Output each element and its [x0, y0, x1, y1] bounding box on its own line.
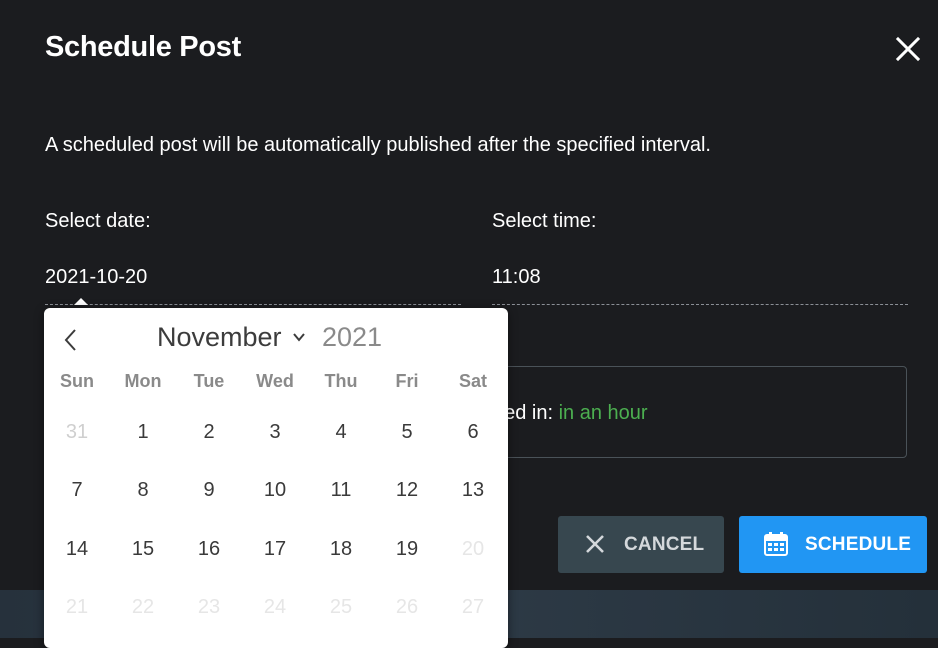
- chevron-down-icon[interactable]: [292, 330, 306, 344]
- calendar-day[interactable]: 10: [242, 461, 308, 519]
- month-select[interactable]: November: [157, 322, 282, 353]
- date-value: 2021-10-20: [45, 266, 148, 288]
- weekday-label: Tue: [193, 371, 225, 391]
- calendar-day: 20: [461, 538, 485, 560]
- calendar-day: 24: [263, 596, 287, 618]
- calendar-day[interactable]: 7: [44, 461, 110, 519]
- prev-month-button[interactable]: [60, 326, 82, 354]
- calendar-day[interactable]: 5: [374, 403, 440, 461]
- publish-info-text: hed in: in an hour: [493, 402, 648, 425]
- weekday-label: Mon: [124, 371, 162, 391]
- schedule-button[interactable]: SCHEDULE: [739, 516, 927, 573]
- calendar-day[interactable]: 4: [308, 403, 374, 461]
- calendar-day: 31: [65, 421, 89, 443]
- weekday-label: Fri: [395, 371, 419, 391]
- calendar-day: 21: [65, 596, 89, 618]
- calendar-day[interactable]: 14: [44, 520, 110, 578]
- calendar-day[interactable]: 6: [440, 403, 506, 461]
- calendar-day[interactable]: 15: [110, 520, 176, 578]
- calendar-day[interactable]: 11: [308, 461, 374, 519]
- chevron-left-icon: [64, 329, 76, 351]
- calendar-day[interactable]: 16: [176, 520, 242, 578]
- dialog-description: A scheduled post will be automatically p…: [45, 134, 711, 156]
- calendar-day[interactable]: 9: [176, 461, 242, 519]
- calendar-day: 23: [197, 596, 221, 618]
- date-picker-popup: November 2021 Sun Mon Tue Wed Thu Fri Sa…: [44, 308, 508, 648]
- calendar-day[interactable]: 18: [308, 520, 374, 578]
- calendar-day: 27: [461, 596, 485, 618]
- calendar-day[interactable]: 1: [110, 403, 176, 461]
- cancel-button[interactable]: CANCEL: [558, 516, 724, 573]
- calendar-day: 25: [329, 596, 353, 618]
- calendar-day[interactable]: 19: [374, 520, 440, 578]
- time-label: Select time:: [492, 210, 597, 232]
- publish-info-value: in an hour: [558, 402, 648, 424]
- close-button[interactable]: [893, 34, 923, 64]
- calendar-day: 26: [395, 596, 419, 618]
- time-value: 11:08: [492, 266, 541, 288]
- time-field[interactable]: 11:08: [492, 262, 908, 305]
- year-input[interactable]: 2021: [322, 322, 382, 353]
- cancel-label: CANCEL: [624, 534, 705, 555]
- weekday-label: Thu: [324, 371, 358, 391]
- close-icon: [586, 535, 604, 553]
- calendar-day[interactable]: 17: [242, 520, 308, 578]
- date-field[interactable]: 2021-10-20: [45, 262, 461, 305]
- date-label: Select date:: [45, 210, 151, 232]
- weekday-label: Wed: [256, 371, 294, 391]
- calendar-day[interactable]: 13: [440, 461, 506, 519]
- calendar-icon: [764, 532, 788, 556]
- weekday-label: Sun: [60, 371, 94, 391]
- dialog-title: Schedule Post: [45, 31, 241, 63]
- schedule-label: SCHEDULE: [805, 534, 912, 555]
- calendar-day: 22: [131, 596, 155, 618]
- calendar-day[interactable]: 3: [242, 403, 308, 461]
- calendar-day[interactable]: 8: [110, 461, 176, 519]
- weekday-label: Sat: [458, 371, 487, 391]
- picker-caret: [74, 298, 88, 305]
- calendar-day[interactable]: 2: [176, 403, 242, 461]
- calendar-day[interactable]: 12: [374, 461, 440, 519]
- close-icon: [895, 36, 921, 62]
- publish-info-box: hed in: in an hour: [492, 366, 907, 458]
